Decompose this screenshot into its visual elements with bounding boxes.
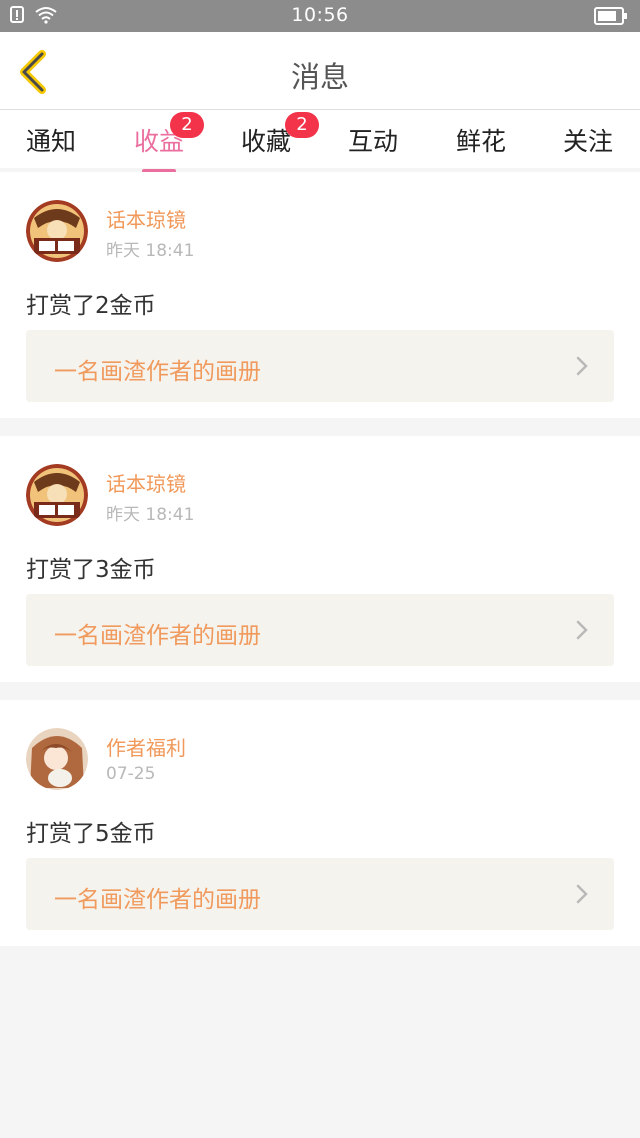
sender-name[interactable]: 作者福利 <box>106 732 186 761</box>
tab-flowers[interactable]: 鲜花 <box>436 122 526 158</box>
message-time: 昨天 18:41 <box>106 505 195 525</box>
sender-name[interactable]: 话本琼镜 <box>106 204 186 233</box>
message-time: 07-25 <box>106 764 156 784</box>
album-link[interactable]: 一名画渣作者的画册 <box>26 858 614 930</box>
avatar[interactable] <box>26 464 88 526</box>
tab-interactions[interactable]: 互动 <box>328 122 418 158</box>
chevron-right-icon <box>576 620 588 640</box>
unread-badge: 2 <box>170 112 204 138</box>
status-bar: 10:56 <box>0 0 640 32</box>
battery-icon <box>594 7 627 25</box>
tab-notifications[interactable]: 通知 <box>6 122 96 158</box>
album-title: 一名画渣作者的画册 <box>54 887 261 913</box>
tab-label: 互动 <box>347 127 398 156</box>
sender-name[interactable]: 话本琼镜 <box>106 468 186 497</box>
tab-favorites[interactable]: 收藏 2 <box>221 112 319 158</box>
message-card: 话本琼镜 昨天 18:41 打赏了3金币 一名画渣作者的画册 <box>0 436 640 682</box>
tab-label: 收藏 <box>240 127 291 156</box>
message-time: 昨天 18:41 <box>106 241 195 261</box>
message-card: 作者福利 07-25 打赏了5金币 一名画渣作者的画册 <box>0 700 640 946</box>
tab-label: 鲜花 <box>455 127 506 156</box>
message-text: 打赏了5金币 <box>26 821 156 847</box>
message-text: 打赏了3金币 <box>26 557 156 583</box>
chevron-right-icon <box>576 884 588 904</box>
message-card: 话本琼镜 昨天 18:41 打赏了2金币 一名画渣作者的画册 <box>0 172 640 418</box>
chevron-right-icon <box>576 356 588 376</box>
tab-label: 关注 <box>562 127 613 156</box>
nav-header: 消息 <box>0 32 640 110</box>
tab-follows[interactable]: 关注 <box>543 122 633 158</box>
tab-bar: 通知 收益 2 收藏 2 互动 鲜花 关注 <box>0 110 640 173</box>
avatar[interactable] <box>26 728 88 790</box>
album-link[interactable]: 一名画渣作者的画册 <box>26 594 614 666</box>
page-title: 消息 <box>290 60 349 94</box>
status-time: 10:56 <box>291 4 349 26</box>
tab-label: 通知 <box>25 127 76 156</box>
album-link[interactable]: 一名画渣作者的画册 <box>26 330 614 402</box>
unread-badge: 2 <box>285 112 319 138</box>
tab-earnings[interactable]: 收益 2 <box>114 112 204 173</box>
album-title: 一名画渣作者的画册 <box>54 623 261 649</box>
message-text: 打赏了2金币 <box>26 293 156 319</box>
album-title: 一名画渣作者的画册 <box>54 359 261 385</box>
avatar[interactable] <box>26 200 88 262</box>
